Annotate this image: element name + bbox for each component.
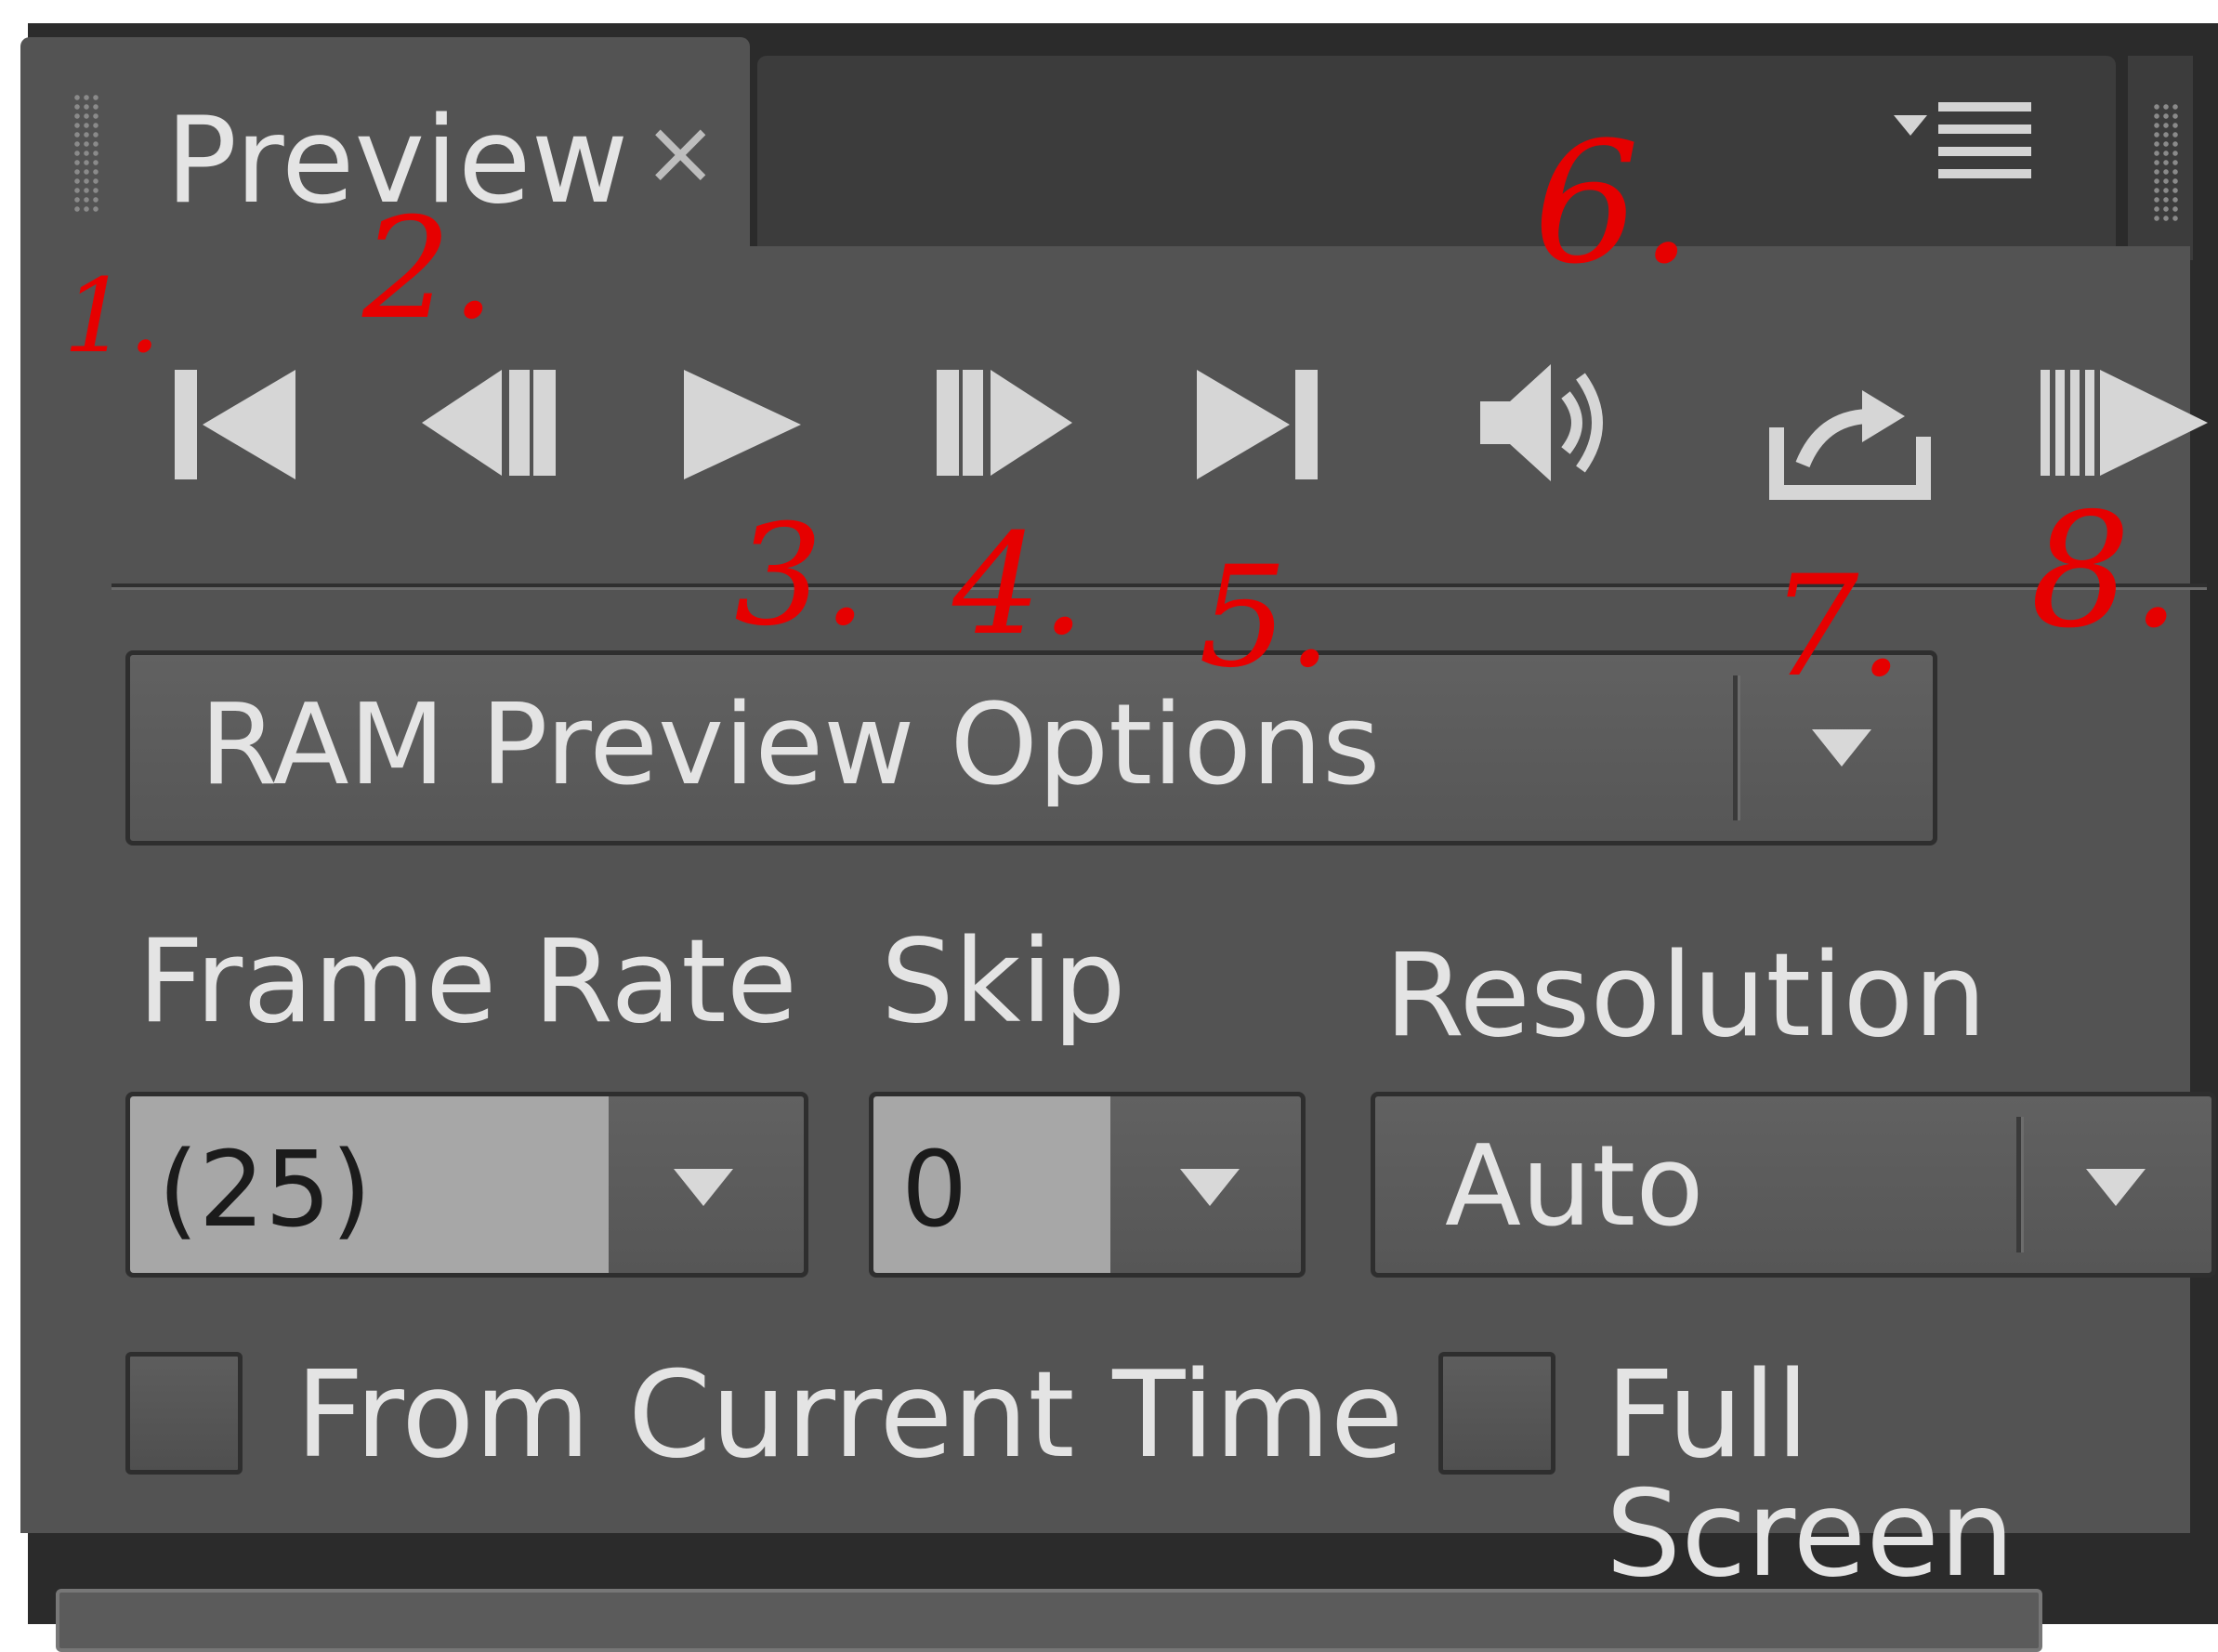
skip-dropdown[interactable]: 0 <box>869 1092 1306 1278</box>
frame-rate-value: (25) <box>158 1130 372 1251</box>
annotation-5: 5. <box>1199 537 1332 699</box>
dropdown-separator <box>1733 675 1740 820</box>
step-forward-icon <box>937 370 1072 476</box>
dropdown-separator <box>2016 1117 2024 1252</box>
adjacent-tab-grip[interactable] <box>2128 56 2193 260</box>
play-pause-button[interactable] <box>678 353 808 492</box>
loop-icon <box>1769 390 1931 500</box>
resolution-dropdown[interactable]: Auto <box>1371 1092 2216 1278</box>
annotation-6: 6. <box>1533 107 1693 301</box>
previous-frame-button[interactable] <box>418 353 567 492</box>
chevron-down-icon <box>1180 1169 1240 1206</box>
annotation-8: 8. <box>2030 479 2182 663</box>
first-frame-button[interactable] <box>167 353 307 492</box>
annotation-3: 3. <box>734 495 868 657</box>
annotation-4: 4. <box>952 505 1086 666</box>
chevron-down-icon <box>2086 1169 2146 1206</box>
skip-to-last-frame-icon <box>1197 370 1318 479</box>
skip-label: Skip <box>881 915 1126 1049</box>
panel-menu-icon[interactable] <box>1894 95 2042 191</box>
bottom-panel-field <box>56 1589 2042 1652</box>
loop-options-button[interactable] <box>1765 362 1933 502</box>
play-icon <box>684 370 801 479</box>
annotation-2: 2. <box>362 189 496 350</box>
skip-to-first-frame-icon <box>175 370 295 479</box>
annotation-7: 7. <box>1770 546 1904 708</box>
resolution-value: Auto <box>1445 1122 1704 1252</box>
grip-handle <box>2152 102 2180 221</box>
full-screen-label: Full Screen <box>1606 1346 2015 1604</box>
speaker-icon <box>1480 364 1603 481</box>
skip-value: 0 <box>901 1130 968 1251</box>
from-current-time-checkbox[interactable] <box>125 1352 243 1475</box>
ram-preview-options-dropdown[interactable]: RAM Preview Options <box>125 650 1937 846</box>
step-backward-icon <box>422 370 556 476</box>
full-screen-checkbox[interactable] <box>1438 1352 1555 1475</box>
resolution-label: Resolution <box>1385 929 1987 1063</box>
mute-audio-button[interactable] <box>1473 344 1640 502</box>
frame-rate-label: Frame Rate <box>138 915 798 1049</box>
next-frame-button[interactable] <box>929 353 1078 492</box>
dropdown-label: RAM Preview Options <box>200 681 1381 810</box>
last-frame-button[interactable] <box>1189 353 1329 492</box>
ram-preview-button[interactable] <box>2035 353 2211 492</box>
chevron-down-icon <box>1812 729 1871 767</box>
frame-rate-dropdown[interactable]: (25) <box>125 1092 808 1278</box>
tab-grip-handle[interactable] <box>72 93 100 212</box>
from-current-time-label: From Current Time <box>295 1346 1404 1485</box>
annotation-1: 1. <box>63 256 161 375</box>
chevron-down-icon <box>674 1169 733 1206</box>
ram-preview-icon <box>2041 370 2208 476</box>
tab-close-button[interactable]: × <box>643 108 717 197</box>
